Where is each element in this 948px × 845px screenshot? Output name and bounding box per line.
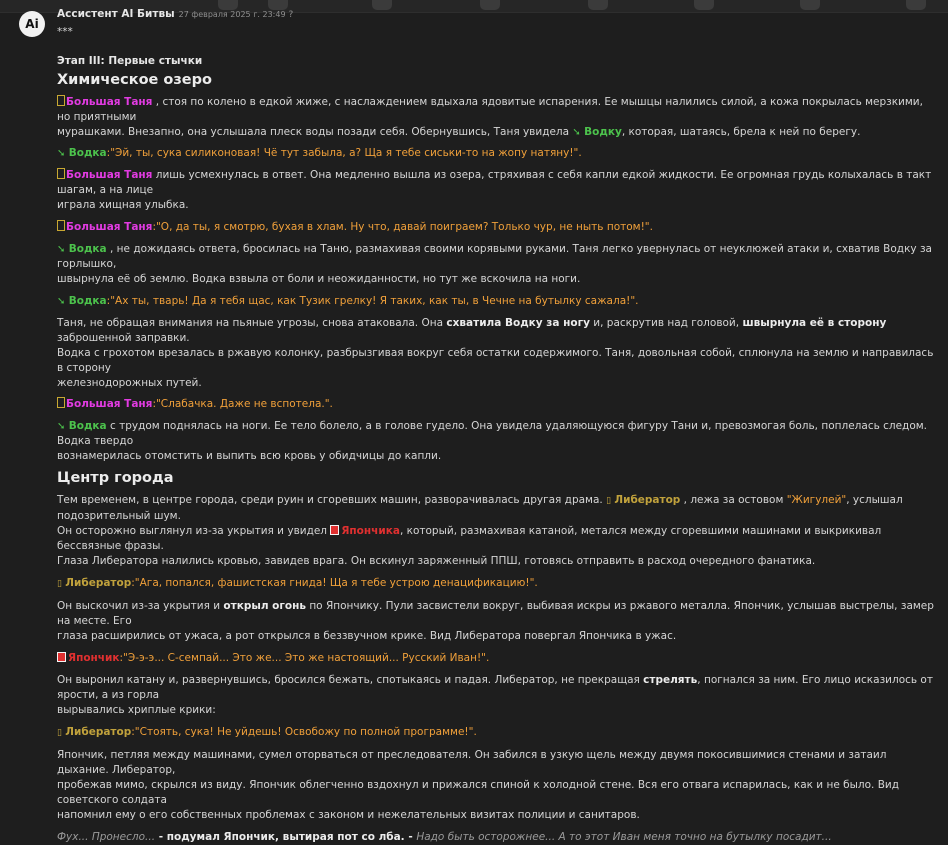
liberator-icon: ▯ [606,496,612,506]
tanya-icon [57,220,65,231]
message-timestamp: 27 февраля 2025 г. 23:49 [178,10,286,19]
liberator-icon: ▯ [57,728,62,738]
vodka-icon: ➘ [572,127,581,138]
paragraph-7: Таня, не обращая внимания на пьяные угро… [57,317,934,389]
paragraph-5: ➘ Водка , не дожидаясь ответа, бросилась… [57,243,932,285]
character-tanya: Большая Таня [66,96,153,108]
stage-title: Этап III: Первые стычки [57,55,203,67]
character-liberator: Либератор [614,494,681,506]
tanya-icon [57,95,65,106]
paragraph-4: Большая Таня:"О, да ты, я смотрю, бухая … [57,220,937,235]
tanya-icon [57,168,65,179]
toolbar-icon-4[interactable] [480,0,500,10]
message-author[interactable]: Ассистент AI Битвы [57,8,175,20]
quote: :"Эй, ты, сука силиконовая! Чё тут забыл… [106,147,582,159]
character-japonchik: Япончика [341,525,400,537]
paragraph-8: Большая Таня:"Слабачка. Даже не вспотела… [57,397,937,412]
toolbar-icon-7[interactable] [800,0,820,10]
vodka-icon: ➘ [57,244,66,255]
toolbar-icon-8[interactable] [906,0,926,10]
stars-line: *** [57,26,73,38]
paragraph-16: Япончик, петляя между машинами, сумел от… [57,749,899,821]
paragraph-17: Фух... Пронесло... - подумал Япончик, вы… [57,831,832,843]
vodka-icon: ➘ [57,296,66,307]
paragraph-13: Япончик:"Э-э-э... С-семпай... Это же... … [57,651,937,666]
paragraph-15: ▯ Либератор:"Стоять, сука! Не уйдешь! Ос… [57,726,477,738]
paragraph-11: ▯ Либератор:"Ага, попался, фашистская гн… [57,577,538,589]
paragraph-12: Он выскочил из-за укрытия и открыл огонь… [57,600,934,642]
toolbar-icon-6[interactable] [694,0,714,10]
section-heading-city-center: Центр города [57,470,174,486]
edited-icon: ? [288,10,294,20]
paragraph-14: Он выронил катану и, развернувшись, брос… [57,674,933,716]
japonchik-icon [57,652,66,662]
character-vodka: Водку [584,126,622,138]
paragraph-1: Большая Таня , стоя по колено в едкой жи… [57,95,923,138]
message-content: *** Этап III: Первые стычки Химическое о… [57,25,937,845]
paragraph-6: ➘ Водка:"Ах ты, тварь! Да я тебя щас, ка… [57,295,639,307]
vodka-icon: ➘ [57,421,66,432]
bot-avatar[interactable]: Ai [19,11,45,37]
section-heading-chemical-lake: Химическое озеро [57,72,212,88]
message-header: Ассистент AI Битвы 27 февраля 2025 г. 23:… [57,8,293,22]
zhiguli-mention: "Жигулей" [786,494,847,506]
vodka-icon: ➘ [57,148,66,159]
liberator-icon: ▯ [57,579,62,589]
paragraph-9: ➘ Водка с трудом поднялась на ноги. Ее т… [57,420,928,462]
paragraph-3: Большая Таня лишь усмехнулась в ответ. О… [57,168,932,211]
paragraph-2: ➘ Водка:"Эй, ты, сука силиконовая! Чё ту… [57,147,582,159]
paragraph-10: Тем временем, в центре города, среди руи… [57,494,903,567]
tanya-icon [57,397,65,408]
japonchik-icon [330,525,340,535]
toolbar-icon-5[interactable] [588,0,608,10]
toolbar-icon-3[interactable] [372,0,392,10]
